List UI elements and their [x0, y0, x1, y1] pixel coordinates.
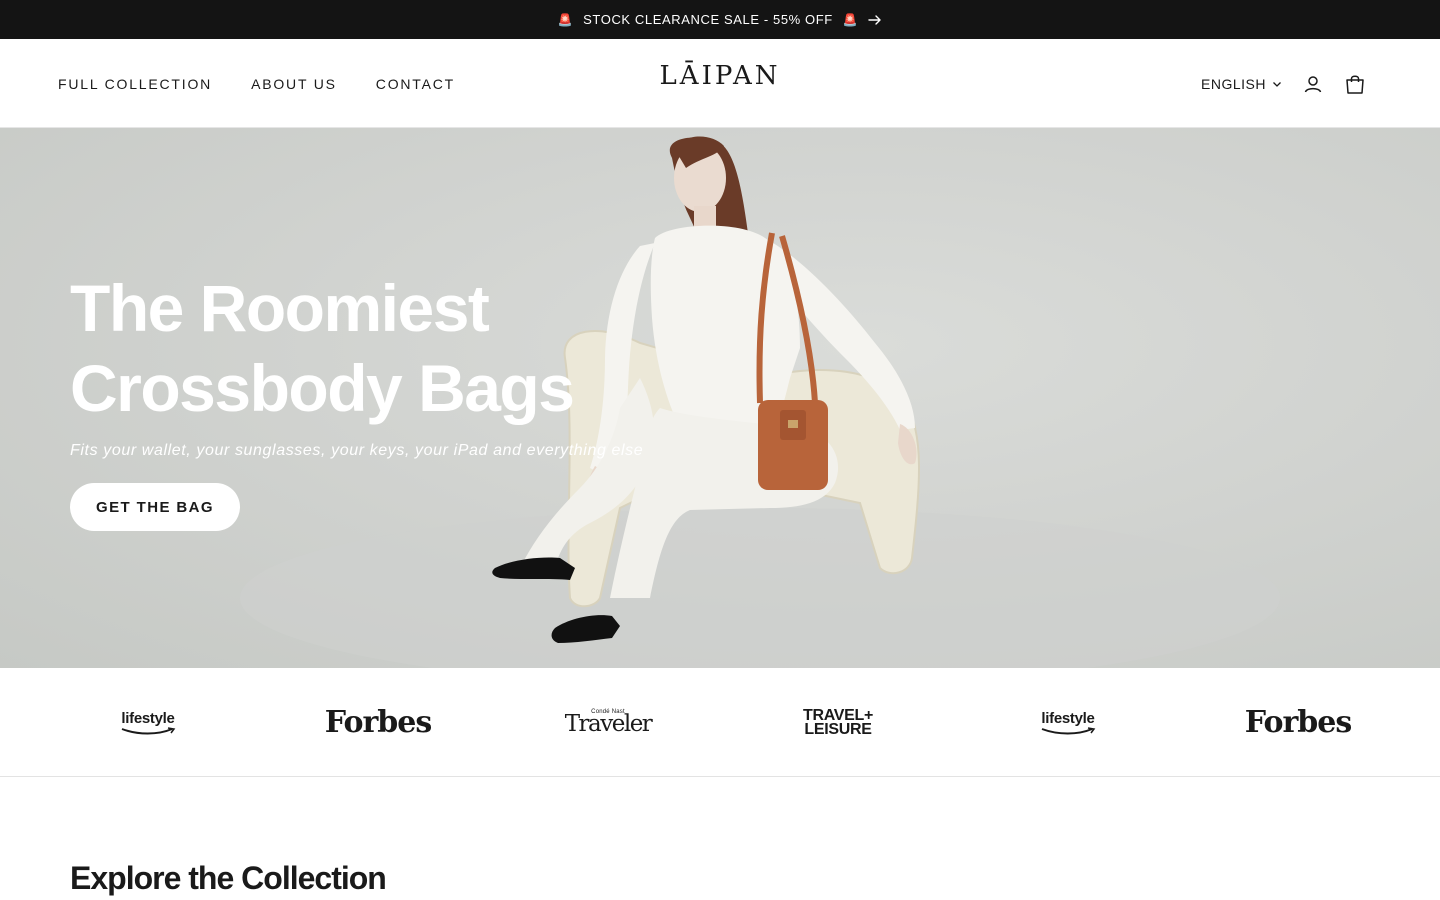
- press-logo-forbes: Forbes: [318, 668, 438, 777]
- announcement-text[interactable]: STOCK CLEARANCE SALE - 55% OFF: [583, 12, 833, 27]
- language-label: ENGLISH: [1201, 75, 1266, 92]
- nav-full-collection[interactable]: FULL COLLECTION: [58, 76, 212, 92]
- hero-title: The Roomiest Crossbody Bags: [70, 268, 643, 428]
- hero-title-line-1: The Roomiest: [70, 271, 490, 345]
- press-logo-traveler: Condé Nast Traveler: [565, 668, 653, 777]
- hero-title-line-2: Crossbody Bags: [70, 351, 575, 425]
- press-logo-lifestyle-text: lifestyle: [121, 710, 175, 727]
- get-the-bag-button[interactable]: GET THE BAG: [70, 483, 240, 531]
- press-logos-bar: lifestyle Forbes Condé Nast Traveler TRA…: [0, 668, 1440, 777]
- hero-banner: The Roomiest Crossbody Bags Fits your wa…: [0, 128, 1440, 668]
- amazon-smile-icon: [121, 727, 176, 735]
- press-logo-travel-leisure: TRAVEL+ LEISURE: [798, 668, 878, 777]
- hero-text-block: The Roomiest Crossbody Bags Fits your wa…: [70, 268, 643, 460]
- nav-contact[interactable]: CONTACT: [376, 76, 455, 92]
- section-heading-explore: Explore the Collection: [70, 860, 387, 896]
- amazon-smile-icon: [1041, 727, 1096, 735]
- arrow-right-icon[interactable]: [868, 13, 882, 27]
- account-icon[interactable]: [1302, 73, 1324, 95]
- language-selector[interactable]: ENGLISH: [1201, 76, 1282, 92]
- announcement-bar[interactable]: 🚨 STOCK CLEARANCE SALE - 55% OFF 🚨: [0, 0, 1440, 39]
- hero-subtitle: Fits your wallet, your sunglasses, your …: [70, 442, 644, 459]
- cart-bag-icon[interactable]: [1344, 73, 1366, 95]
- press-logo-lifestyle: lifestyle: [1028, 668, 1108, 777]
- siren-icon: 🚨: [842, 12, 859, 27]
- press-logo-forbes: Forbes: [1238, 668, 1358, 777]
- chevron-down-icon: [1273, 81, 1281, 87]
- press-logo-traveler-text: Traveler: [564, 710, 653, 737]
- site-header: FULL COLLECTION ABOUT US CONTACT LĀIPAN …: [0, 39, 1440, 128]
- main-nav: FULL COLLECTION ABOUT US CONTACT: [58, 39, 455, 128]
- press-logo-lifestyle-text: lifestyle: [1041, 710, 1095, 727]
- press-logo-lifestyle: lifestyle: [108, 668, 188, 777]
- press-logo-forbes-text: Forbes: [324, 705, 432, 740]
- header-tools: ENGLISH: [1201, 39, 1366, 128]
- site-logo[interactable]: LĀIPAN: [660, 61, 781, 91]
- press-logo-tl-line-2: LEISURE: [804, 720, 872, 738]
- press-logo-forbes-text: Forbes: [1244, 705, 1352, 740]
- nav-about-us[interactable]: ABOUT US: [251, 76, 337, 92]
- siren-icon: 🚨: [557, 12, 574, 27]
